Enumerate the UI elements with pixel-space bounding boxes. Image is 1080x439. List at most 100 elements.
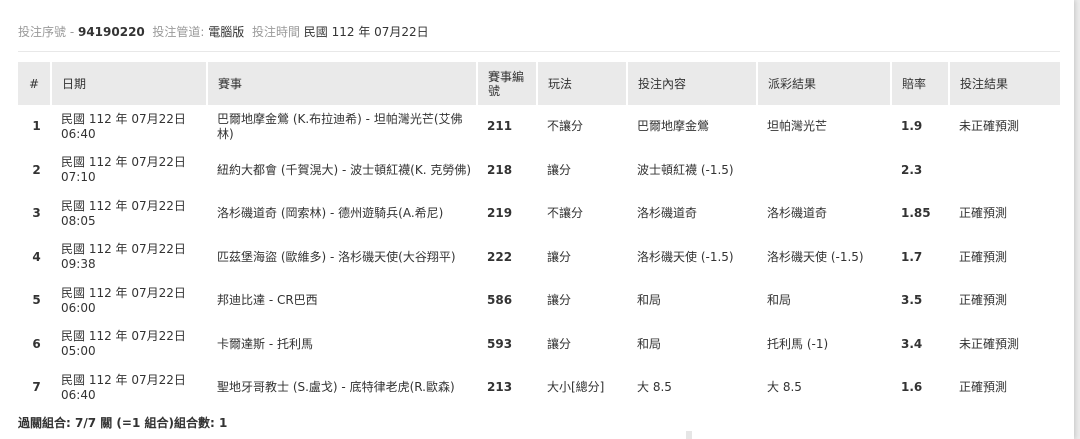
- row-bet: 波士頓紅襪 (-1.5): [637, 162, 734, 177]
- column-header-odds: 賠率: [891, 62, 950, 105]
- row-date: 民國 112 年 07月22日 06:00: [51, 279, 207, 323]
- table-header-row: # 日期 賽事 賽事編號 玩法 投注內容 派彩結果 賠率 投注結果: [18, 62, 1060, 105]
- row-match-no: 222: [487, 249, 513, 264]
- row-odds: 2.3: [901, 162, 923, 177]
- row-match: 聖地牙哥教士 (S.盧戈) - 底特律老虎(R.歐森): [217, 380, 455, 395]
- row-result: 未正確預測: [959, 119, 1020, 134]
- row-date-time: 05:00: [61, 344, 96, 359]
- row-date-time: 06:40: [61, 126, 96, 141]
- column-header-date: 日期: [51, 62, 208, 105]
- row-odds: 1.85: [901, 206, 931, 221]
- table-row: 6 民國 112 年 07月22日 05:00 卡爾達斯 - 托利馬 593 讓分…: [18, 323, 1060, 367]
- row-result: 正確預測: [959, 206, 1008, 221]
- row-match: 紐約大都會 (千賀滉大) - 波士頓紅襪(K. 克勞佛): [217, 162, 471, 177]
- bet-info-line: 投注序號 - 94190220 投注管道: 電腦版 投注時間 民國 112 年 …: [18, 24, 429, 40]
- parlay-summary: 過關組合: 7/7 關 (=1 組合)組合數: 1: [18, 416, 228, 430]
- row-result: 正確預測: [959, 293, 1008, 308]
- row-payout: 大 8.5: [767, 380, 802, 395]
- table-row: 3 民國 112 年 07月22日 08:05 洛杉磯道奇 (岡索林) - 德州遊…: [18, 192, 1060, 236]
- row-match-no: 213: [487, 380, 513, 395]
- table-row: 1 民國 112 年 07月22日 06:40 巴爾地摩金鶯 (K.布拉迪希) -…: [18, 105, 1060, 149]
- row-odds: 1.9: [901, 119, 923, 134]
- row-date-time: 09:38: [61, 257, 96, 272]
- row-play: 不讓分: [547, 119, 584, 134]
- row-date-day: 民國 112 年 07月22日: [61, 329, 186, 344]
- column-header-index: #: [18, 62, 52, 105]
- channel-value: 電腦版: [208, 25, 245, 39]
- row-date-day: 民國 112 年 07月22日: [61, 372, 186, 387]
- row-date: 民國 112 年 07月22日 09:38: [51, 236, 207, 280]
- row-match-no: 593: [487, 336, 513, 351]
- row-result: [949, 149, 1060, 193]
- row-bet: 大 8.5: [637, 380, 672, 395]
- row-date: 民國 112 年 07月22日 06:40: [51, 366, 207, 410]
- row-date-time: 06:00: [61, 300, 96, 315]
- row-payout: 和局: [767, 293, 792, 308]
- row-bet: 巴爾地摩金鶯: [637, 119, 710, 134]
- row-match-no: 218: [487, 162, 513, 177]
- serial-label: 投注序號 -: [18, 25, 75, 39]
- bet-time-label: 投注時間: [251, 25, 300, 39]
- column-header-match: 賽事: [207, 62, 478, 105]
- row-odds: 3.5: [901, 293, 923, 308]
- table-row: 4 民國 112 年 07月22日 09:38 匹茲堡海盜 (歐維多) - 洛杉磯…: [18, 236, 1060, 280]
- column-header-match-no: 賽事編號: [477, 62, 538, 105]
- column-header-result: 投注結果: [949, 62, 1060, 105]
- row-result: 正確預測: [959, 249, 1008, 264]
- row-play: 大小[總分]: [547, 380, 605, 395]
- scroll-indicator[interactable]: [686, 431, 692, 439]
- table-row: 7 民國 112 年 07月22日 06:40 聖地牙哥教士 (S.盧戈) - 底…: [18, 366, 1060, 410]
- row-match-no: 586: [487, 293, 513, 308]
- row-odds: 1.6: [901, 380, 923, 395]
- row-play: 讓分: [547, 293, 572, 308]
- row-play: 讓分: [547, 249, 572, 264]
- row-match-no: 211: [487, 119, 513, 134]
- row-date-day: 民國 112 年 07月22日: [61, 155, 186, 170]
- channel-label: 投注管道:: [152, 25, 205, 39]
- row-index: 7: [32, 380, 41, 395]
- row-play: 不讓分: [547, 206, 584, 221]
- serial-value: 94190220: [77, 25, 145, 39]
- row-date-time: 07:10: [61, 170, 96, 185]
- row-payout: 坦帕灣光芒: [767, 119, 828, 134]
- bet-table: # 日期 賽事 賽事編號 玩法 投注內容 派彩結果 賠率 投注結果 1 民國 1…: [18, 62, 1060, 410]
- column-header-bet: 投注內容: [627, 62, 758, 105]
- row-date-day: 民國 112 年 07月22日: [61, 111, 186, 126]
- row-date-day: 民國 112 年 07月22日: [61, 285, 186, 300]
- row-result: 未正確預測: [959, 336, 1020, 351]
- table-row: 5 民國 112 年 07月22日 06:00 邦迪比達 - CR巴西 586 讓…: [18, 279, 1060, 323]
- table-row: 2 民國 112 年 07月22日 07:10 紐約大都會 (千賀滉大) - 波士…: [18, 149, 1060, 193]
- row-payout: [757, 149, 891, 193]
- row-match: 邦迪比達 - CR巴西: [217, 293, 318, 308]
- row-payout: 托利馬 (-1): [767, 336, 829, 351]
- row-odds: 1.7: [901, 249, 923, 264]
- row-date-day: 民國 112 年 07月22日: [61, 198, 186, 213]
- row-date: 民國 112 年 07月22日 07:10: [51, 149, 207, 193]
- row-bet: 和局: [637, 293, 662, 308]
- row-match: 匹茲堡海盜 (歐維多) - 洛杉磯天使(大谷翔平): [217, 249, 456, 264]
- row-date-time: 08:05: [61, 213, 96, 228]
- column-header-payout: 派彩結果: [757, 62, 892, 105]
- row-index: 2: [32, 162, 41, 177]
- bet-time-value: 民國 112 年 07月22日: [303, 25, 429, 39]
- row-index: 4: [32, 249, 41, 264]
- row-payout: 洛杉磯天使 (-1.5): [767, 249, 864, 264]
- bet-detail-panel: 投注序號 - 94190220 投注管道: 電腦版 投注時間 民國 112 年 …: [0, 0, 1074, 439]
- row-date: 民國 112 年 07月22日 06:40: [51, 105, 207, 149]
- row-result: 正確預測: [959, 380, 1008, 395]
- row-bet: 和局: [637, 336, 662, 351]
- row-odds: 3.4: [901, 336, 923, 351]
- row-match: 洛杉磯道奇 (岡索林) - 德州遊騎兵(A.希尼): [217, 206, 444, 221]
- row-match: 卡爾達斯 - 托利馬: [217, 336, 313, 351]
- row-bet: 洛杉磯道奇: [637, 206, 698, 221]
- divider: [18, 51, 1060, 52]
- row-bet: 洛杉磯天使 (-1.5): [637, 249, 734, 264]
- column-header-play: 玩法: [537, 62, 628, 105]
- row-date: 民國 112 年 07月22日 08:05: [51, 192, 207, 236]
- row-play: 讓分: [547, 162, 572, 177]
- row-date-day: 民國 112 年 07月22日: [61, 242, 186, 257]
- row-payout: 洛杉磯道奇: [767, 206, 828, 221]
- row-date: 民國 112 年 07月22日 05:00: [51, 323, 207, 367]
- row-match: 巴爾地摩金鶯 (K.布拉迪希) - 坦帕灣光芒(艾佛林): [217, 111, 463, 141]
- row-index: 3: [32, 206, 41, 221]
